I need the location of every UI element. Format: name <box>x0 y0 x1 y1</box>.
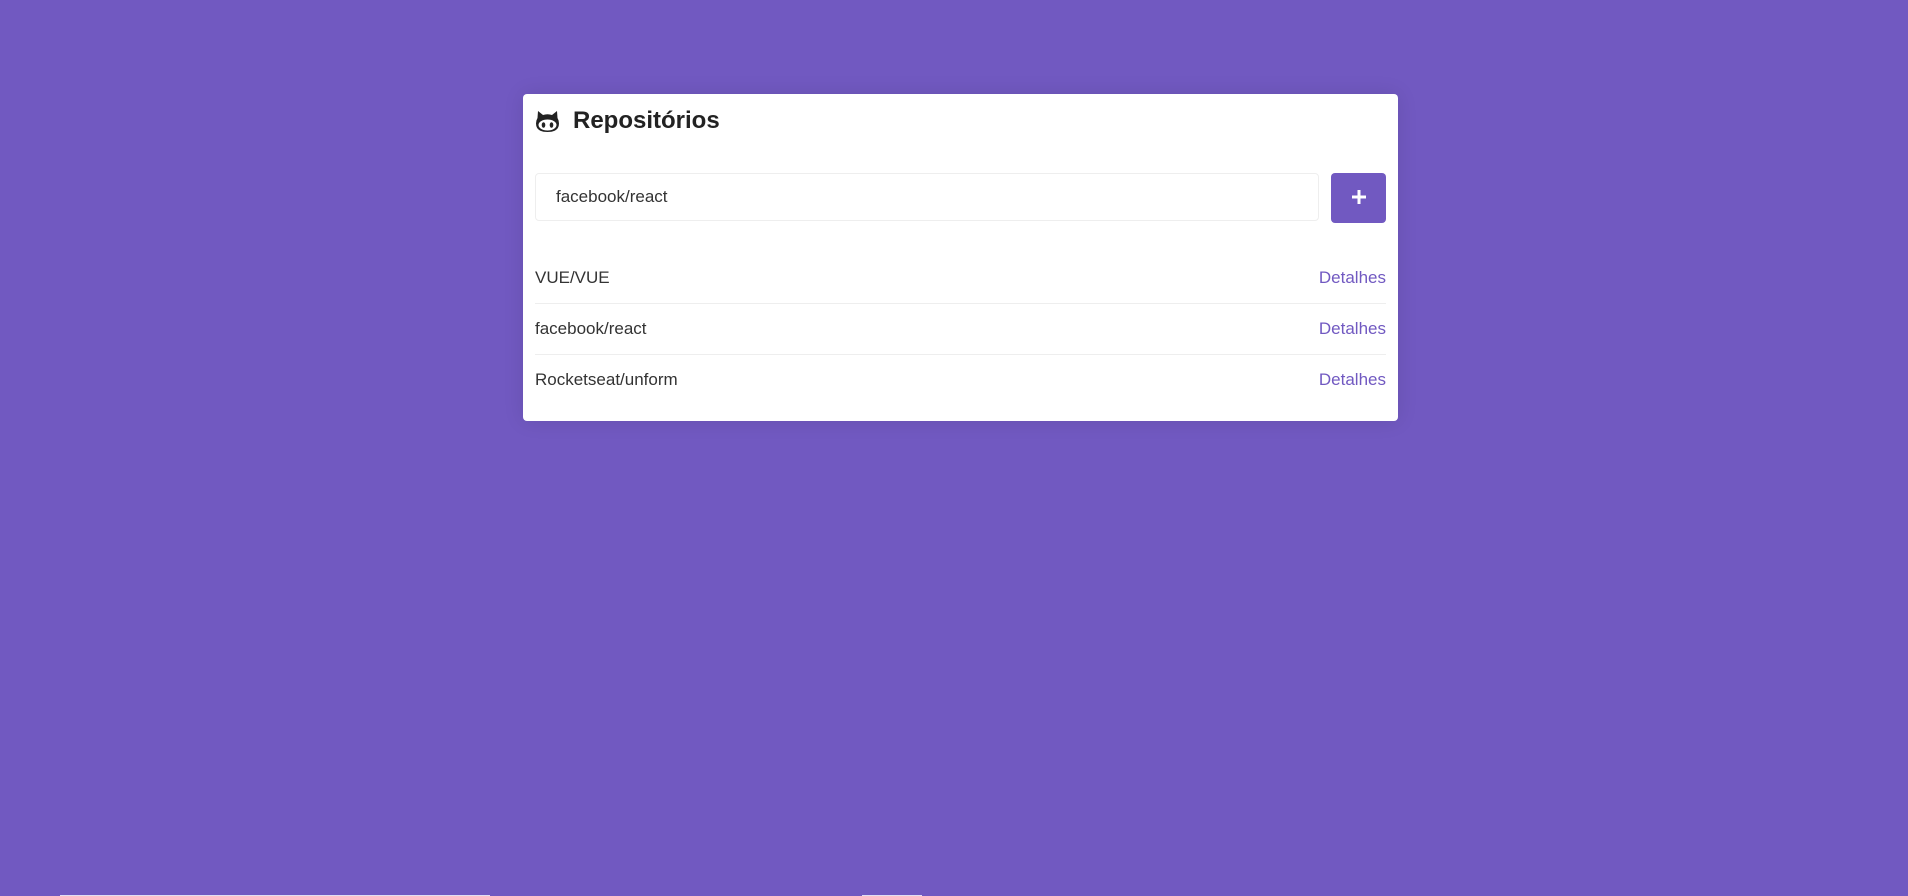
details-link[interactable]: Detalhes <box>1319 268 1386 288</box>
add-repository-form <box>535 173 1386 223</box>
details-link[interactable]: Detalhes <box>1319 370 1386 390</box>
github-icon <box>535 110 560 133</box>
repositories-card: Repositórios VUE/VUE Detalhes facebook/r… <box>523 94 1398 421</box>
list-item: VUE/VUE Detalhes <box>535 253 1386 303</box>
page-header: Repositórios <box>535 106 1386 136</box>
repository-list: VUE/VUE Detalhes facebook/react Detalhes… <box>535 253 1386 405</box>
repository-name: facebook/react <box>535 319 647 338</box>
repository-name: VUE/VUE <box>535 268 610 287</box>
page-title: Repositórios <box>573 107 720 134</box>
repository-input[interactable] <box>535 173 1319 221</box>
details-link[interactable]: Detalhes <box>1319 319 1386 339</box>
add-repository-button[interactable] <box>1331 173 1386 223</box>
list-item: Rocketseat/unform Detalhes <box>535 354 1386 405</box>
repository-name: Rocketseat/unform <box>535 370 678 389</box>
list-item: facebook/react Detalhes <box>535 303 1386 354</box>
plus-icon <box>1351 189 1367 208</box>
